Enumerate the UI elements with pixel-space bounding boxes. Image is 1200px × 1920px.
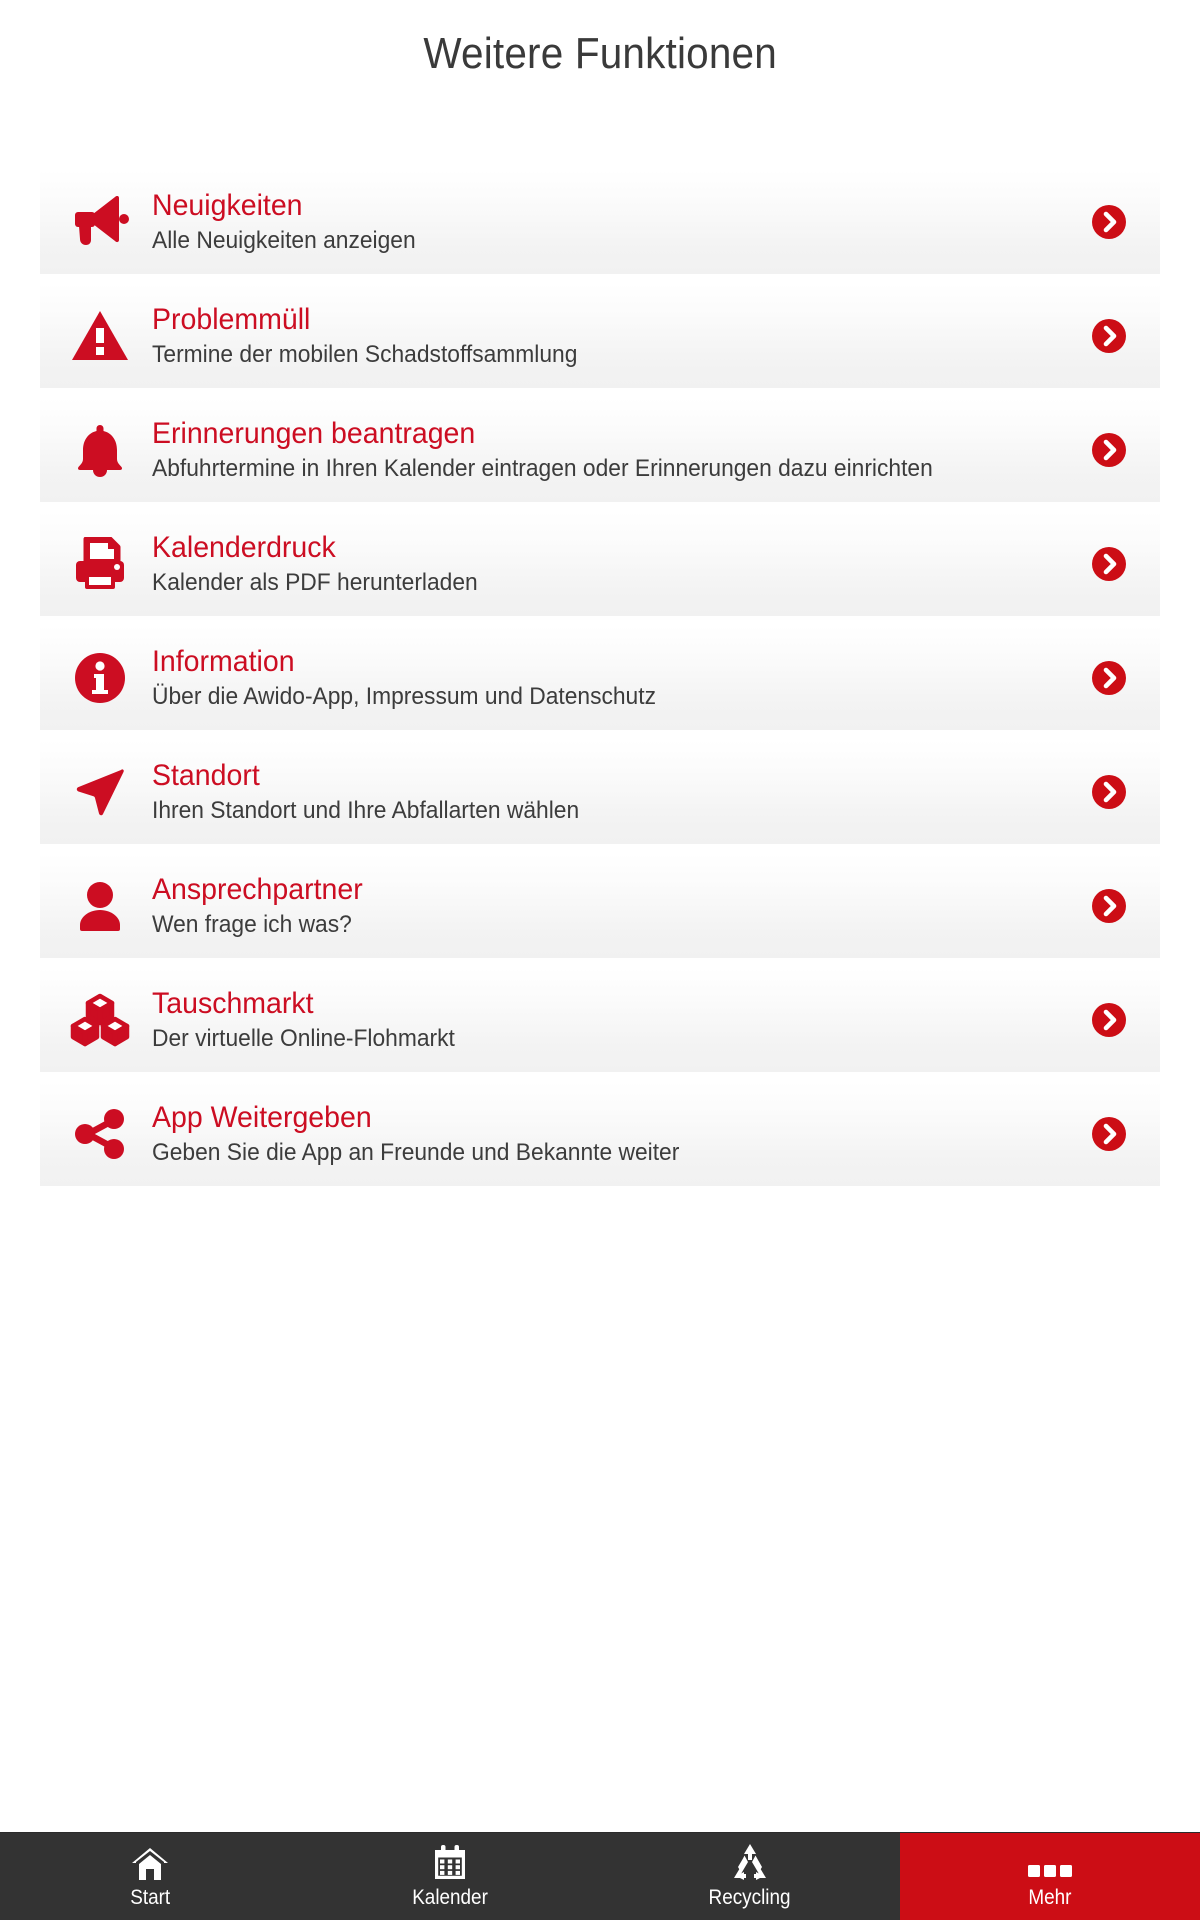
nav-item-kalender[interactable]: Kalender (300, 1833, 600, 1920)
chevron-right-circle-icon[interactable] (1086, 433, 1132, 467)
list-item-title: App Weitergeben (152, 1101, 372, 1134)
content-spacer (0, 1514, 1200, 1832)
calendar-icon (433, 1843, 467, 1881)
list-item-text: Standort Ihren Standort und Ihre Abfalla… (146, 757, 1086, 827)
list-item-title: Erinnerungen beantragen (152, 417, 476, 450)
list-item-information[interactable]: Information Über die Awido-App, Impressu… (40, 626, 1160, 730)
list-item-app-weitergeben[interactable]: App Weitergeben Geben Sie die App an Fre… (40, 1082, 1160, 1186)
chevron-right-circle-icon[interactable] (1086, 775, 1132, 809)
list-item-title: Information (152, 645, 295, 678)
nav-label-recycling: Recycling (709, 1886, 791, 1909)
recycling-icon (731, 1843, 769, 1881)
list-item-subtitle: Wen frage ich was? (152, 911, 352, 938)
chevron-right-circle-icon[interactable] (1086, 661, 1132, 695)
info-circle-icon (54, 626, 146, 730)
printer-icon (54, 512, 146, 616)
list-item-subtitle: Über die Awido-App, Impressum und Datens… (152, 683, 656, 710)
list-item-tauschmarkt[interactable]: Tauschmarkt Der virtuelle Online-Flohmar… (40, 968, 1160, 1072)
list-item-title: Problemmüll (152, 303, 311, 336)
chevron-right-circle-icon[interactable] (1086, 1117, 1132, 1151)
bottom-navigation: Start Kalender Recycling Mehr (0, 1832, 1200, 1920)
list-item-text: Information Über die Awido-App, Impressu… (146, 643, 1086, 713)
function-list: Neuigkeiten Alle Neuigkeiten anzeigen Pr… (0, 108, 1200, 1514)
warning-triangle-icon (54, 284, 146, 388)
list-item-title: Tauschmarkt (152, 987, 314, 1020)
list-item-text: App Weitergeben Geben Sie die App an Fre… (146, 1099, 1086, 1169)
list-item-subtitle: Geben Sie die App an Freunde und Bekannt… (152, 1139, 680, 1166)
home-icon (131, 1843, 169, 1881)
chevron-right-circle-icon[interactable] (1086, 889, 1132, 923)
chevron-right-circle-icon[interactable] (1086, 319, 1132, 353)
bell-icon (54, 398, 146, 502)
ellipsis-icon (1025, 1843, 1075, 1881)
app-root: Weitere Funktionen Neuigkeiten Alle Neui… (0, 0, 1200, 1920)
chevron-right-circle-icon[interactable] (1086, 1003, 1132, 1037)
list-item-subtitle: Kalender als PDF herunterladen (152, 569, 478, 596)
list-item-text: Erinnerungen beantragen Abfuhrtermine in… (146, 415, 1086, 485)
nav-item-recycling[interactable]: Recycling (600, 1833, 900, 1920)
list-item-title: Ansprechpartner (152, 873, 363, 906)
list-item-erinnerungen[interactable]: Erinnerungen beantragen Abfuhrtermine in… (40, 398, 1160, 502)
chevron-right-circle-icon[interactable] (1086, 205, 1132, 239)
megaphone-icon (54, 170, 146, 274)
boxes-icon (54, 968, 146, 1072)
list-item-title: Kalenderdruck (152, 531, 336, 564)
list-item-title: Standort (152, 759, 260, 792)
list-item-text: Ansprechpartner Wen frage ich was? (146, 871, 1086, 941)
list-item-standort[interactable]: Standort Ihren Standort und Ihre Abfalla… (40, 740, 1160, 844)
list-item-kalenderdruck[interactable]: Kalenderdruck Kalender als PDF herunterl… (40, 512, 1160, 616)
list-item-problemmuell[interactable]: Problemmüll Termine der mobilen Schadsto… (40, 284, 1160, 388)
list-item-subtitle: Der virtuelle Online-Flohmarkt (152, 1025, 455, 1052)
nav-label-mehr: Mehr (1028, 1886, 1072, 1909)
list-item-text: Problemmüll Termine der mobilen Schadsto… (146, 301, 1086, 371)
page-header: Weitere Funktionen (0, 0, 1200, 108)
list-item-subtitle: Ihren Standort und Ihre Abfallarten wähl… (152, 797, 580, 824)
list-item-ansprechpartner[interactable]: Ansprechpartner Wen frage ich was? (40, 854, 1160, 958)
list-item-subtitle: Termine der mobilen Schadstoffsammlung (152, 341, 578, 368)
list-item-text: Tauschmarkt Der virtuelle Online-Flohmar… (146, 985, 1086, 1055)
share-icon (54, 1082, 146, 1186)
nav-item-start[interactable]: Start (0, 1833, 300, 1920)
nav-label-kalender: Kalender (412, 1886, 488, 1909)
list-item-subtitle: Abfuhrtermine in Ihren Kalender eintrage… (152, 455, 933, 482)
navigation-arrow-icon (54, 740, 146, 844)
list-item-subtitle: Alle Neuigkeiten anzeigen (152, 227, 416, 254)
nav-item-mehr[interactable]: Mehr (900, 1833, 1200, 1920)
nav-label-start: Start (130, 1886, 170, 1909)
page-title: Weitere Funktionen (423, 29, 777, 78)
list-item-text: Neuigkeiten Alle Neuigkeiten anzeigen (146, 187, 1086, 257)
list-item-title: Neuigkeiten (152, 189, 303, 222)
chevron-right-circle-icon[interactable] (1086, 547, 1132, 581)
list-item-neuigkeiten[interactable]: Neuigkeiten Alle Neuigkeiten anzeigen (40, 170, 1160, 274)
list-item-text: Kalenderdruck Kalender als PDF herunterl… (146, 529, 1086, 599)
person-icon (54, 854, 146, 958)
